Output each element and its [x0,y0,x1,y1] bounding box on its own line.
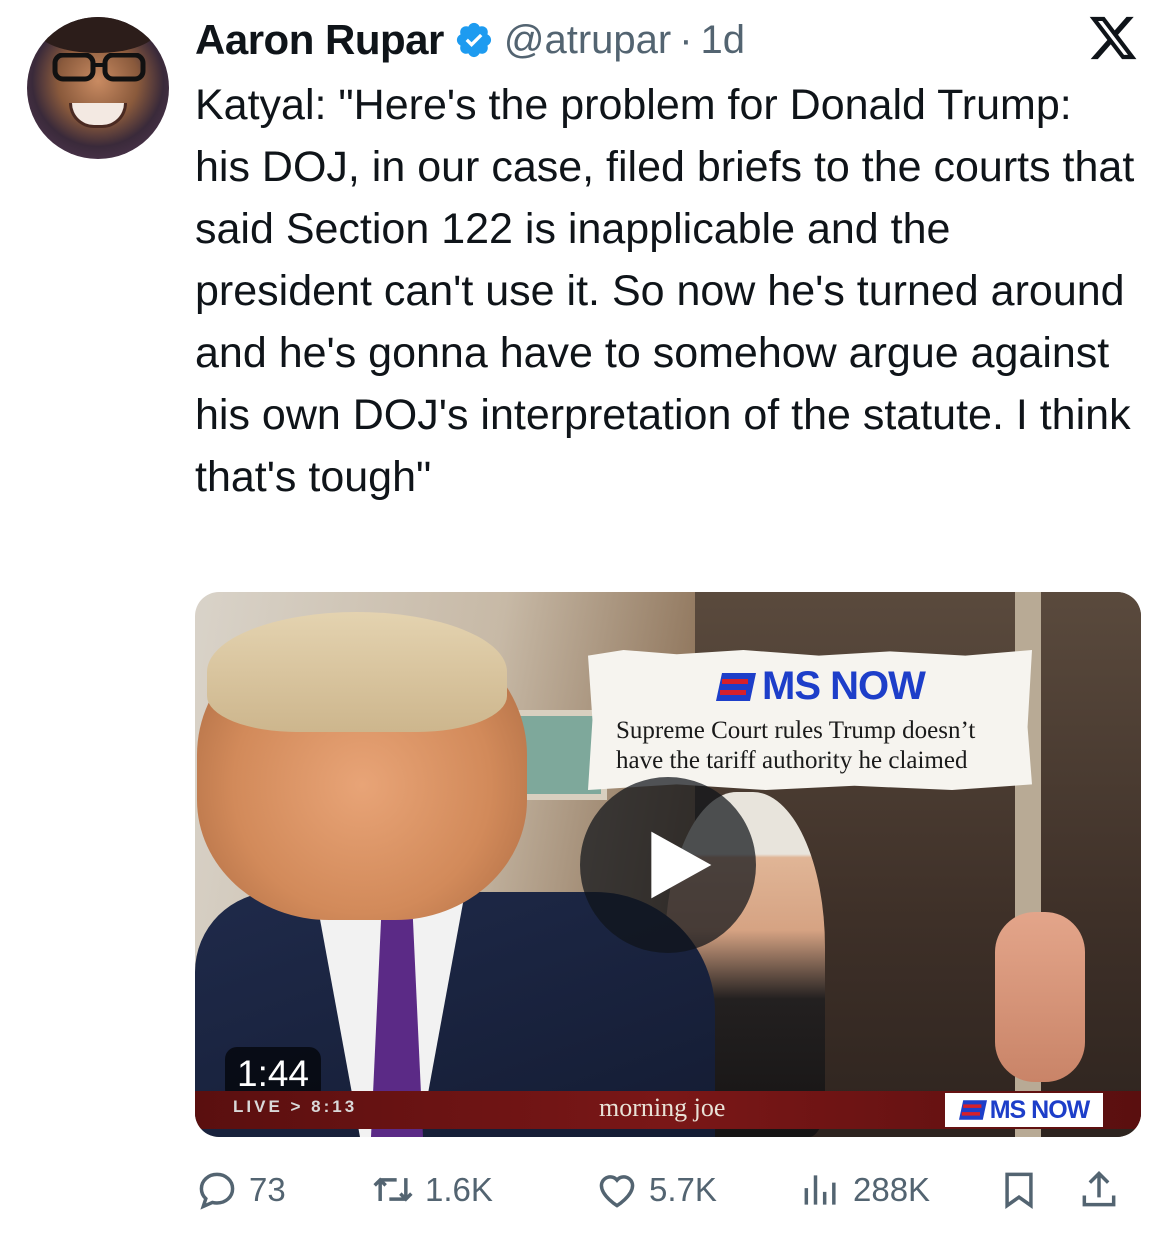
like-button[interactable]: 5.7K [595,1160,717,1220]
repost-icon [373,1177,413,1202]
tweet-age[interactable]: 1d [701,18,746,63]
reply-icon [199,1172,235,1210]
views-button[interactable]: 288K [799,1160,930,1220]
video-lower-third: LIVE > 8:13 morning joe MS NOW [195,1091,1141,1129]
tweet-header: Aaron Rupar @atrupar · 1d [195,12,745,68]
avatar-smile [69,103,127,128]
ms-now-flag-icon [716,672,756,701]
author-handle[interactable]: @atrupar [504,18,671,63]
video-subject-hair [207,612,507,732]
video-hand [995,912,1085,1082]
play-button[interactable] [580,777,756,953]
play-icon [651,831,712,899]
network-bug: MS NOW [945,1093,1103,1127]
author-avatar[interactable] [27,17,169,159]
x-logo-icon[interactable] [1086,12,1140,64]
tweet-text: Katyal: "Here's the problem for Donald T… [195,81,1135,501]
views-count: 288K [853,1171,931,1208]
ms-now-bug-flag-icon [958,1100,987,1120]
heart-icon [599,1175,635,1208]
author-name[interactable]: Aaron Rupar [195,16,444,64]
repost-button[interactable]: 1.6K [371,1160,493,1220]
avatar-glasses [52,53,146,82]
share-button[interactable] [1077,1160,1131,1220]
like-count: 5.7K [649,1171,717,1208]
bookmark-icon [1005,1172,1033,1209]
news-clipping: MS NOW Supreme Court rules Trump doesn’t… [588,650,1032,790]
repost-count: 1.6K [425,1171,493,1208]
bookmark-button[interactable] [997,1160,1051,1220]
reply-button[interactable]: 73 [195,1160,286,1220]
live-time-label: LIVE > 8:13 [233,1097,358,1116]
clipping-headline: Supreme Court rules Trump doesn’t have t… [616,717,976,774]
clipping-brand: MS NOW [716,664,926,709]
tweet-actions: 73 1.6K 5.7K 288K [195,1160,1141,1220]
reply-count: 73 [249,1171,286,1208]
header-separator: · [679,17,693,62]
video-player[interactable]: MS NOW Supreme Court rules Trump doesn’t… [195,592,1141,1137]
avatar-hair [37,17,157,53]
verified-badge-icon [456,22,491,58]
share-icon [1082,1171,1116,1207]
program-name: morning joe [599,1093,726,1122]
views-chart-icon [804,1175,836,1205]
